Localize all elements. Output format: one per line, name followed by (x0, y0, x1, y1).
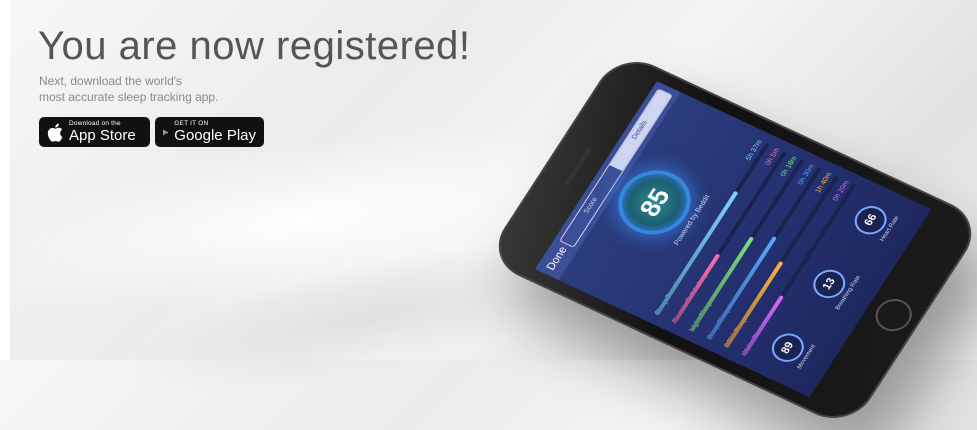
subtitle: Next, download the world's most accurate… (39, 73, 279, 105)
phone-screen: Done Score Details 85 Powered by Beddit … (534, 81, 932, 398)
app-store-label: App Store (69, 127, 136, 145)
phone-speaker (563, 147, 593, 187)
subtitle-line-2: most accurate sleep tracking app. (39, 90, 219, 104)
google-play-badge[interactable]: GET IT ON Google Play (155, 117, 264, 147)
summary-circle: 13 Breathing Rate (805, 261, 862, 311)
summary-circle: 89 Movement (765, 329, 818, 371)
app-store-badge[interactable]: Download on the App Store (39, 117, 150, 147)
apple-icon (47, 123, 63, 142)
left-edge (0, 0, 10, 360)
phone-body: Done Score Details 85 Powered by Beddit … (483, 49, 977, 430)
home-button (868, 293, 919, 337)
phone-mockup: Done Score Details 85 Powered by Beddit … (483, 0, 977, 430)
tab-details[interactable]: Details (609, 89, 672, 172)
done-button[interactable]: Done (545, 242, 572, 272)
subtitle-line-1: Next, download the world's (39, 74, 183, 88)
page-title: You are now registered! (38, 24, 471, 68)
summary-circle: 66 Heart Rate (848, 200, 901, 243)
google-play-label: Google Play (174, 127, 256, 145)
google-play-icon (163, 129, 169, 135)
